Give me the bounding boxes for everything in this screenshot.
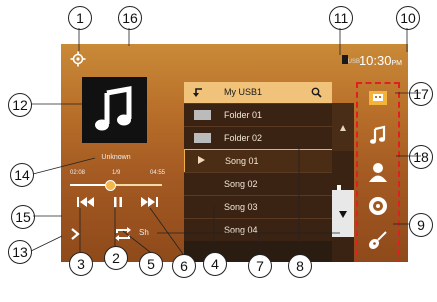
callout-4: 4 (203, 252, 227, 276)
scroll-up-button[interactable] (332, 103, 354, 151)
source-guitar-button[interactable] (358, 229, 398, 259)
elapsed-time: 02:08 (70, 170, 86, 176)
usb-icon (369, 91, 387, 105)
callout-10: 10 (396, 6, 420, 30)
folder-title: My USB1 (224, 87, 263, 97)
shuffle-indicator: Sh (139, 228, 149, 237)
music-note-icon (95, 86, 132, 131)
chevron-right-icon[interactable] (69, 227, 81, 241)
search-icon[interactable] (311, 87, 322, 98)
list-item-song[interactable]: Song 02 (184, 172, 332, 195)
callout-3: 3 (69, 252, 93, 276)
back-icon[interactable] (192, 86, 204, 98)
clock: 10:30PM (359, 53, 402, 68)
callout-9: 9 (409, 213, 433, 237)
callout-7: 7 (248, 254, 272, 278)
callout-16: 16 (118, 6, 142, 30)
callout-13: 13 (8, 240, 32, 264)
list-scrollbar[interactable] (332, 103, 354, 262)
list-item-label: Song 02 (224, 179, 258, 189)
arrow-down-icon (339, 211, 347, 218)
source-music-button[interactable] (358, 124, 398, 154)
progress-bar[interactable] (70, 180, 162, 191)
callout-14: 14 (10, 163, 34, 187)
callout-1: 1 (68, 6, 92, 30)
callout-6: 6 (172, 254, 196, 278)
list-item-folder[interactable]: Folder 02 (184, 126, 332, 149)
source-contacts-button[interactable] (358, 161, 398, 191)
list-item-label: Folder 01 (224, 110, 263, 120)
callout-17: 17 (409, 82, 433, 106)
callout-18: 18 (409, 145, 433, 169)
callout-15: 15 (11, 205, 35, 229)
file-list: My USB1 Folder 01 Folder 02 Song 01 Song… (184, 82, 334, 262)
repeat-icon[interactable] (113, 225, 133, 243)
clock-time: 10:30 (358, 53, 392, 68)
folder-icon (194, 133, 211, 143)
music-note-icon (370, 125, 386, 144)
disc-icon (369, 197, 387, 215)
previous-track-icon[interactable] (75, 194, 97, 210)
list-item-song[interactable]: Song 04 (184, 218, 332, 241)
folder-icon (194, 110, 211, 120)
total-time: 04:55 (150, 170, 166, 176)
list-item-label: Song 01 (225, 156, 259, 166)
playing-icon (198, 156, 205, 164)
list-item-song-playing[interactable]: Song 01 (184, 149, 334, 173)
clock-suffix: PM (391, 60, 403, 67)
status-bar: USB 10:30PM (61, 44, 408, 72)
callout-2: 2 (104, 246, 128, 270)
list-item-label: Folder 02 (224, 133, 263, 143)
head-unit-screen: USB 10:30PM Unknown 02:08 1/9 04:55 Sh M… (61, 44, 408, 262)
source-disc-button[interactable] (358, 195, 398, 225)
guitar-icon (368, 231, 387, 250)
scroll-down-button[interactable] (332, 190, 354, 237)
song-title: Unknown (101, 154, 131, 161)
list-item-label: Song 04 (224, 225, 258, 235)
contact-icon (369, 163, 387, 182)
progress-handle[interactable] (105, 180, 117, 191)
callout-8: 8 (288, 254, 312, 278)
next-track-icon[interactable] (138, 194, 160, 210)
callout-11: 11 (329, 6, 353, 30)
list-item-label: Song 03 (224, 202, 258, 212)
settings-icon[interactable] (70, 51, 86, 67)
callout-5: 5 (139, 252, 163, 276)
list-item-song[interactable]: Song 03 (184, 195, 332, 218)
callout-12: 12 (8, 93, 32, 117)
album-art (82, 77, 147, 143)
track-number: 1/9 (112, 170, 121, 176)
source-sidebar (356, 82, 400, 262)
source-usb-button[interactable] (358, 87, 398, 117)
arrow-up-icon (340, 125, 346, 131)
list-header: My USB1 (184, 82, 332, 103)
list-item-folder[interactable]: Folder 01 (184, 103, 332, 126)
progress-fill (70, 184, 111, 186)
pause-icon[interactable] (107, 194, 129, 210)
